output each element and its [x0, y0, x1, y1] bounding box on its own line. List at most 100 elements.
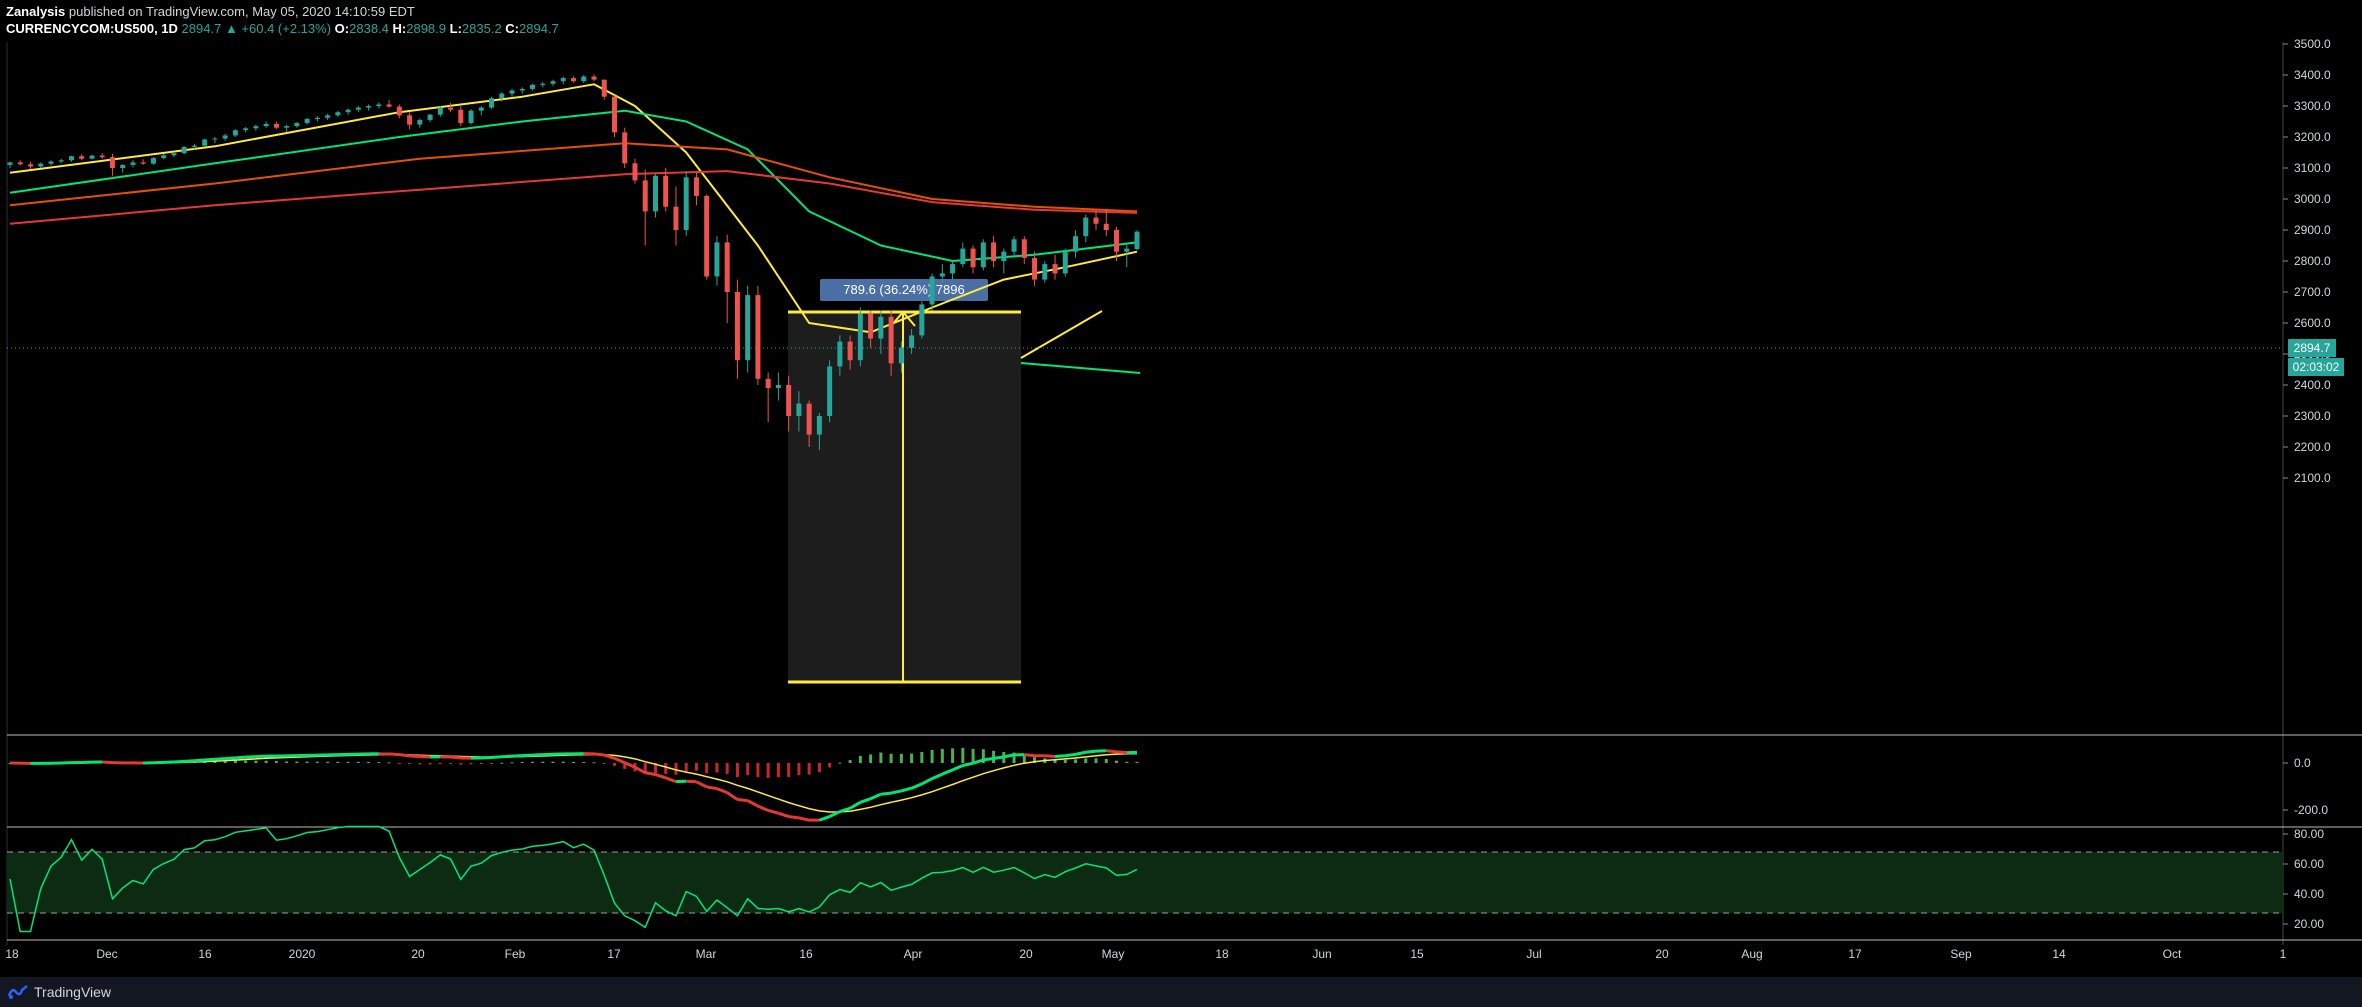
candle-body	[745, 295, 751, 361]
candle-body	[417, 119, 423, 125]
last-price-tag-label: 2894.7	[2294, 341, 2331, 355]
macd-histogram-bar	[694, 763, 698, 771]
macd-line-segment	[225, 756, 236, 761]
time-tick-label: Jul	[1526, 947, 1541, 961]
macd-line-segment	[491, 755, 502, 759]
candle-body	[950, 264, 956, 274]
candle-body	[571, 78, 576, 82]
macd-line-segment	[194, 758, 205, 763]
macd-histogram-bar	[336, 761, 340, 763]
macd-histogram-bar	[1074, 759, 1078, 763]
macd-line-segment	[951, 764, 964, 772]
candle-body	[775, 385, 781, 389]
candle-body	[898, 347, 904, 364]
time-tick-label: 1	[2280, 947, 2287, 961]
macd-histogram-bar	[899, 753, 903, 763]
macd-line-segment	[173, 759, 185, 764]
candle-body	[1011, 239, 1017, 252]
price-tick-label: 2900.0	[2294, 223, 2331, 237]
macd-line-segment	[450, 755, 461, 760]
price-tick-label: 2400.0	[2294, 378, 2331, 392]
macd-line-segment	[511, 754, 523, 758]
candle-body	[1062, 251, 1068, 274]
candle-body	[601, 79, 607, 97]
candle-body	[991, 242, 997, 261]
macd-histogram-bar	[664, 763, 668, 774]
macd-line-segment	[1044, 754, 1056, 758]
macd-histogram-bar	[387, 762, 391, 764]
candle-body	[683, 177, 689, 230]
candle-body	[150, 158, 156, 164]
time-tick-label: Aug	[1741, 947, 1762, 961]
macd-histogram-bar	[377, 762, 381, 764]
time-tick-label: 16	[198, 947, 212, 961]
price-tick-label: 2800.0	[2294, 254, 2331, 268]
macd-histogram-bar	[817, 763, 821, 773]
rsi-tick-label: 40.00	[2294, 887, 2324, 901]
candle-body	[755, 295, 761, 379]
candle-body	[878, 316, 884, 339]
macd-histogram-bar	[828, 763, 832, 768]
candle-body	[591, 76, 597, 80]
candle-body	[89, 155, 95, 159]
macd-histogram-bar	[326, 761, 330, 763]
candle-body	[191, 145, 197, 147]
macd-line-segment	[409, 754, 420, 759]
rsi-tick-label: 60.00	[2294, 857, 2324, 871]
countdown-label: 02:03:02	[2293, 360, 2340, 374]
macd-histogram-bar	[705, 763, 709, 774]
candle-body	[611, 96, 617, 133]
time-tick-label: Oct	[2163, 947, 2182, 961]
candle-body	[642, 180, 648, 212]
macd-line-segment	[634, 765, 646, 774]
price-chart[interactable]: 789.6 (36.24%) 7896 3500.0 3400.0 3300.0 32…	[0, 0, 2362, 977]
candle-body	[816, 416, 822, 435]
candle-body	[796, 403, 802, 416]
macd-histogram-bar	[1115, 760, 1119, 763]
macd-histogram-bar	[930, 749, 934, 763]
macd-line-segment	[613, 756, 626, 765]
macd-histogram-bar	[285, 761, 289, 763]
candle-body	[1134, 231, 1140, 250]
macd-histogram-bar	[612, 763, 616, 766]
time-tick-label: 16	[799, 947, 813, 961]
macd-histogram-bar	[295, 761, 299, 763]
time-tick-label: 17	[1848, 947, 1862, 961]
candle-body	[581, 76, 587, 82]
macd-line-segment	[1003, 753, 1015, 759]
macd-histogram-bar	[1063, 759, 1067, 763]
macd-histogram-bar	[735, 763, 739, 778]
macd-line-segment	[1085, 749, 1097, 754]
candle-body	[929, 276, 935, 305]
candle-body	[335, 112, 341, 116]
price-tick-label: 3200.0	[2294, 130, 2331, 144]
candle-body	[273, 123, 279, 128]
macd-line-segment	[798, 816, 810, 822]
candle-body	[263, 123, 269, 127]
macd-histogram-bar	[520, 762, 524, 764]
macd-histogram-bar	[1084, 758, 1088, 763]
price-tick-label: 2700.0	[2294, 285, 2331, 299]
candle-body	[478, 107, 484, 111]
macd-histogram-bar	[766, 763, 770, 778]
price-tick-label: 3300.0	[2294, 99, 2331, 113]
macd-line-segment	[522, 753, 533, 758]
tradingview-brand[interactable]: TradingView	[34, 984, 111, 1000]
macd-histogram-bar	[428, 763, 432, 765]
candle-body	[355, 107, 361, 110]
price-tick-label: 3000.0	[2294, 192, 2331, 206]
moving-average-line	[9, 109, 1138, 262]
macd-histogram-bar	[961, 747, 965, 763]
candle-body	[232, 130, 238, 136]
price-tick-label: 3500.0	[2294, 37, 2331, 51]
candle-body	[314, 117, 320, 120]
macd-histogram-bar	[254, 760, 258, 763]
macd-histogram-bar	[848, 760, 852, 763]
candle-body	[407, 115, 413, 125]
measure-box	[788, 312, 1021, 682]
macd-histogram-bar	[807, 763, 811, 775]
macd-line-segment	[1075, 750, 1087, 756]
price-tick-label: 3400.0	[2294, 68, 2331, 82]
macd-histogram-bar	[869, 754, 873, 763]
macd-histogram-bar	[449, 763, 453, 764]
